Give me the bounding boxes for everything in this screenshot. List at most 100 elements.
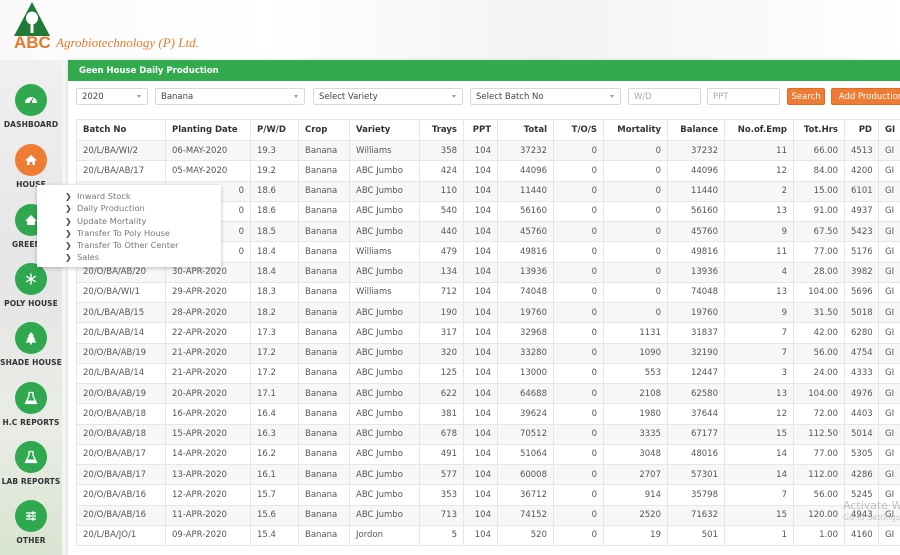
table-cell: 5696 (844, 281, 879, 304)
table-cell: 110 (419, 180, 464, 202)
table-cell: 0 (553, 524, 604, 547)
table-cell: 358 (419, 139, 464, 162)
submenu-item-inward-stock[interactable]: ❯ Inward Stock (65, 191, 221, 203)
add-production-button[interactable]: Add Production (831, 88, 900, 105)
table-cell: Banana (298, 241, 350, 263)
company-logo[interactable]: ABC Agrobiotechnology (P) Ltd. (12, 2, 212, 52)
sidebar-item-dashboard[interactable]: DASHBOARD (0, 84, 62, 129)
table-cell: 0 (553, 342, 604, 364)
column-header[interactable]: Mortality (603, 119, 668, 141)
table-cell: 06-MAY-2020 (165, 139, 251, 162)
ppt-input[interactable]: PPT (707, 88, 780, 105)
table-cell: Williams (349, 139, 420, 162)
table-cell: 104 (463, 342, 498, 364)
table-cell: GI (878, 403, 900, 425)
table-cell: Banana (298, 180, 350, 202)
table-cell: 104 (463, 463, 498, 486)
table-cell: 12447 (667, 362, 725, 385)
sidebar-item-shade-house[interactable]: SHADE HOUSE (0, 322, 62, 367)
table-cell: 24.00 (793, 362, 845, 385)
table-cell: 104 (463, 241, 498, 263)
submenu-item-sales[interactable]: ❯ Sales (65, 252, 221, 264)
table-cell: 713 (419, 504, 464, 526)
table-cell: 134 (419, 261, 464, 283)
table-cell: ABC Jumbo (349, 261, 420, 283)
variety-select[interactable]: Select Variety (313, 88, 463, 105)
table-cell: 501 (667, 524, 725, 547)
year-select[interactable]: 2020 (76, 88, 148, 105)
table-cell: 67177 (667, 423, 725, 445)
column-header[interactable]: GI (878, 119, 900, 141)
table-cell: 13-APR-2020 (165, 463, 251, 486)
column-header[interactable]: Tot.Hrs (793, 119, 845, 141)
table-cell: 20/L/BA/AB/14 (76, 322, 166, 344)
table-cell: 20/O/BA/AB/18 (76, 423, 166, 445)
table-cell: Banana (298, 261, 350, 283)
table-row[interactable]: 20/L/BA/JO/1 09-APR-2020 15.4 Banana Jordon 5… (76, 524, 900, 547)
table-cell: 712 (419, 281, 464, 304)
table-cell: 104 (463, 160, 498, 182)
sidebar-item-hc-reports[interactable]: H.C REPORTS (0, 382, 62, 427)
table-row[interactable]: 20/O/BA/AB/16 11-APR-2020 15.6 Banana ABC Ju… (76, 504, 900, 526)
table-cell: 39624 (497, 403, 554, 425)
column-header[interactable]: Balance (667, 119, 725, 141)
table-cell: 104 (463, 261, 498, 283)
table-row[interactable]: 20/L/BA/AB/17 05-MAY-2020 19.2 Banana ABC Ju… (76, 160, 900, 182)
tree-icon (25, 332, 37, 345)
crop-select[interactable]: Banana (155, 88, 305, 105)
column-header[interactable]: PPT (463, 119, 498, 141)
table-cell: 20/L/BA/AB/15 (76, 301, 166, 324)
table-row[interactable]: 20/O/BA/WI/1 29-APR-2020 18.3 Banana William… (76, 281, 900, 304)
column-header[interactable]: PD (844, 119, 879, 141)
sidebar-item-house[interactable]: HOUSE (0, 144, 62, 189)
submenu-item-transfer-other-center[interactable]: ❯ Transfer To Other Center (65, 240, 221, 252)
wd-input[interactable]: W/D (628, 88, 701, 105)
column-header[interactable]: Trays (419, 119, 464, 141)
sidebar-item-lab-reports[interactable]: LAB REPORTS (0, 441, 62, 486)
column-header[interactable]: No.of.Emp (724, 119, 794, 141)
submenu-item-transfer-poly-house[interactable]: ❯ Transfer To Poly House (65, 228, 221, 240)
sliders-icon (26, 511, 36, 521)
table-cell: 7 (724, 322, 794, 344)
table-row[interactable]: 20/O/BA/AB/19 21-APR-2020 17.2 Banana ABC Ju… (76, 342, 900, 364)
table-cell: 540 (419, 200, 464, 223)
table-row[interactable]: 20/L/BA/WI/2 06-MAY-2020 19.3 Banana William… (76, 139, 900, 162)
table-row[interactable]: 20/O/BA/AB/17 14-APR-2020 16.2 Banana ABC Ju… (76, 443, 900, 466)
column-header[interactable]: Planting Date (165, 119, 251, 141)
column-header[interactable]: T/O/S (553, 119, 604, 141)
sidebar-item-poly-house[interactable]: POLY HOUSE (0, 263, 62, 308)
table-cell: 2520 (603, 504, 668, 526)
column-header[interactable]: Variety (349, 119, 420, 141)
table-cell: 0 (553, 139, 604, 162)
column-header[interactable]: Batch No (76, 119, 166, 141)
table-cell: 66.00 (793, 139, 845, 162)
table-cell: 104 (463, 484, 498, 506)
table-cell: 37644 (667, 403, 725, 425)
table-row[interactable]: 20/L/BA/AB/15 28-APR-2020 18.2 Banana ABC Ju… (76, 301, 900, 324)
table-row[interactable]: 20/O/BA/AB/16 12-APR-2020 15.7 Banana ABC Ju… (76, 484, 900, 506)
submenu-item-update-mortality[interactable]: ❯ Update Mortality (65, 216, 221, 228)
sidebar-item-other[interactable]: OTHER (0, 500, 62, 545)
column-header[interactable]: Total (497, 119, 554, 141)
search-button[interactable]: Search (787, 88, 825, 105)
table-cell: 1.00 (793, 524, 845, 547)
table-row[interactable]: 20/L/BA/AB/14 22-APR-2020 17.3 Banana ABC Ju… (76, 322, 900, 344)
table-cell: 28.00 (793, 261, 845, 283)
table-row[interactable]: 20/O/BA/AB/18 16-APR-2020 16.4 Banana ABC Ju… (76, 403, 900, 425)
column-header[interactable]: Crop (298, 119, 350, 141)
table-row[interactable]: 20/O/BA/AB/19 20-APR-2020 17.1 Banana ABC Ju… (76, 382, 900, 405)
submenu-item-daily-production[interactable]: ❯ Daily Production (65, 203, 221, 215)
batch-select[interactable]: Select Batch No (470, 88, 621, 105)
table-cell: GI (878, 160, 900, 182)
panel-title: Geen House Daily Production (68, 60, 900, 81)
table-cell: 37232 (497, 139, 554, 162)
table-row[interactable]: 20/O/BA/AB/17 13-APR-2020 16.1 Banana ABC Ju… (76, 463, 900, 486)
table-row[interactable]: 20/L/BA/AB/14 21-APR-2020 17.2 Banana ABC Ju… (76, 362, 900, 385)
table-cell: 20/O/BA/AB/18 (76, 403, 166, 425)
table-cell: GI (878, 524, 900, 547)
table-row[interactable]: 20/O/BA/AB/18 15-APR-2020 16.3 Banana ABC Ju… (76, 423, 900, 445)
column-header[interactable]: P/W/D (250, 119, 299, 141)
greenhouse-icon (25, 215, 37, 225)
table-cell: 44096 (667, 160, 725, 182)
table-cell: 19760 (497, 301, 554, 324)
